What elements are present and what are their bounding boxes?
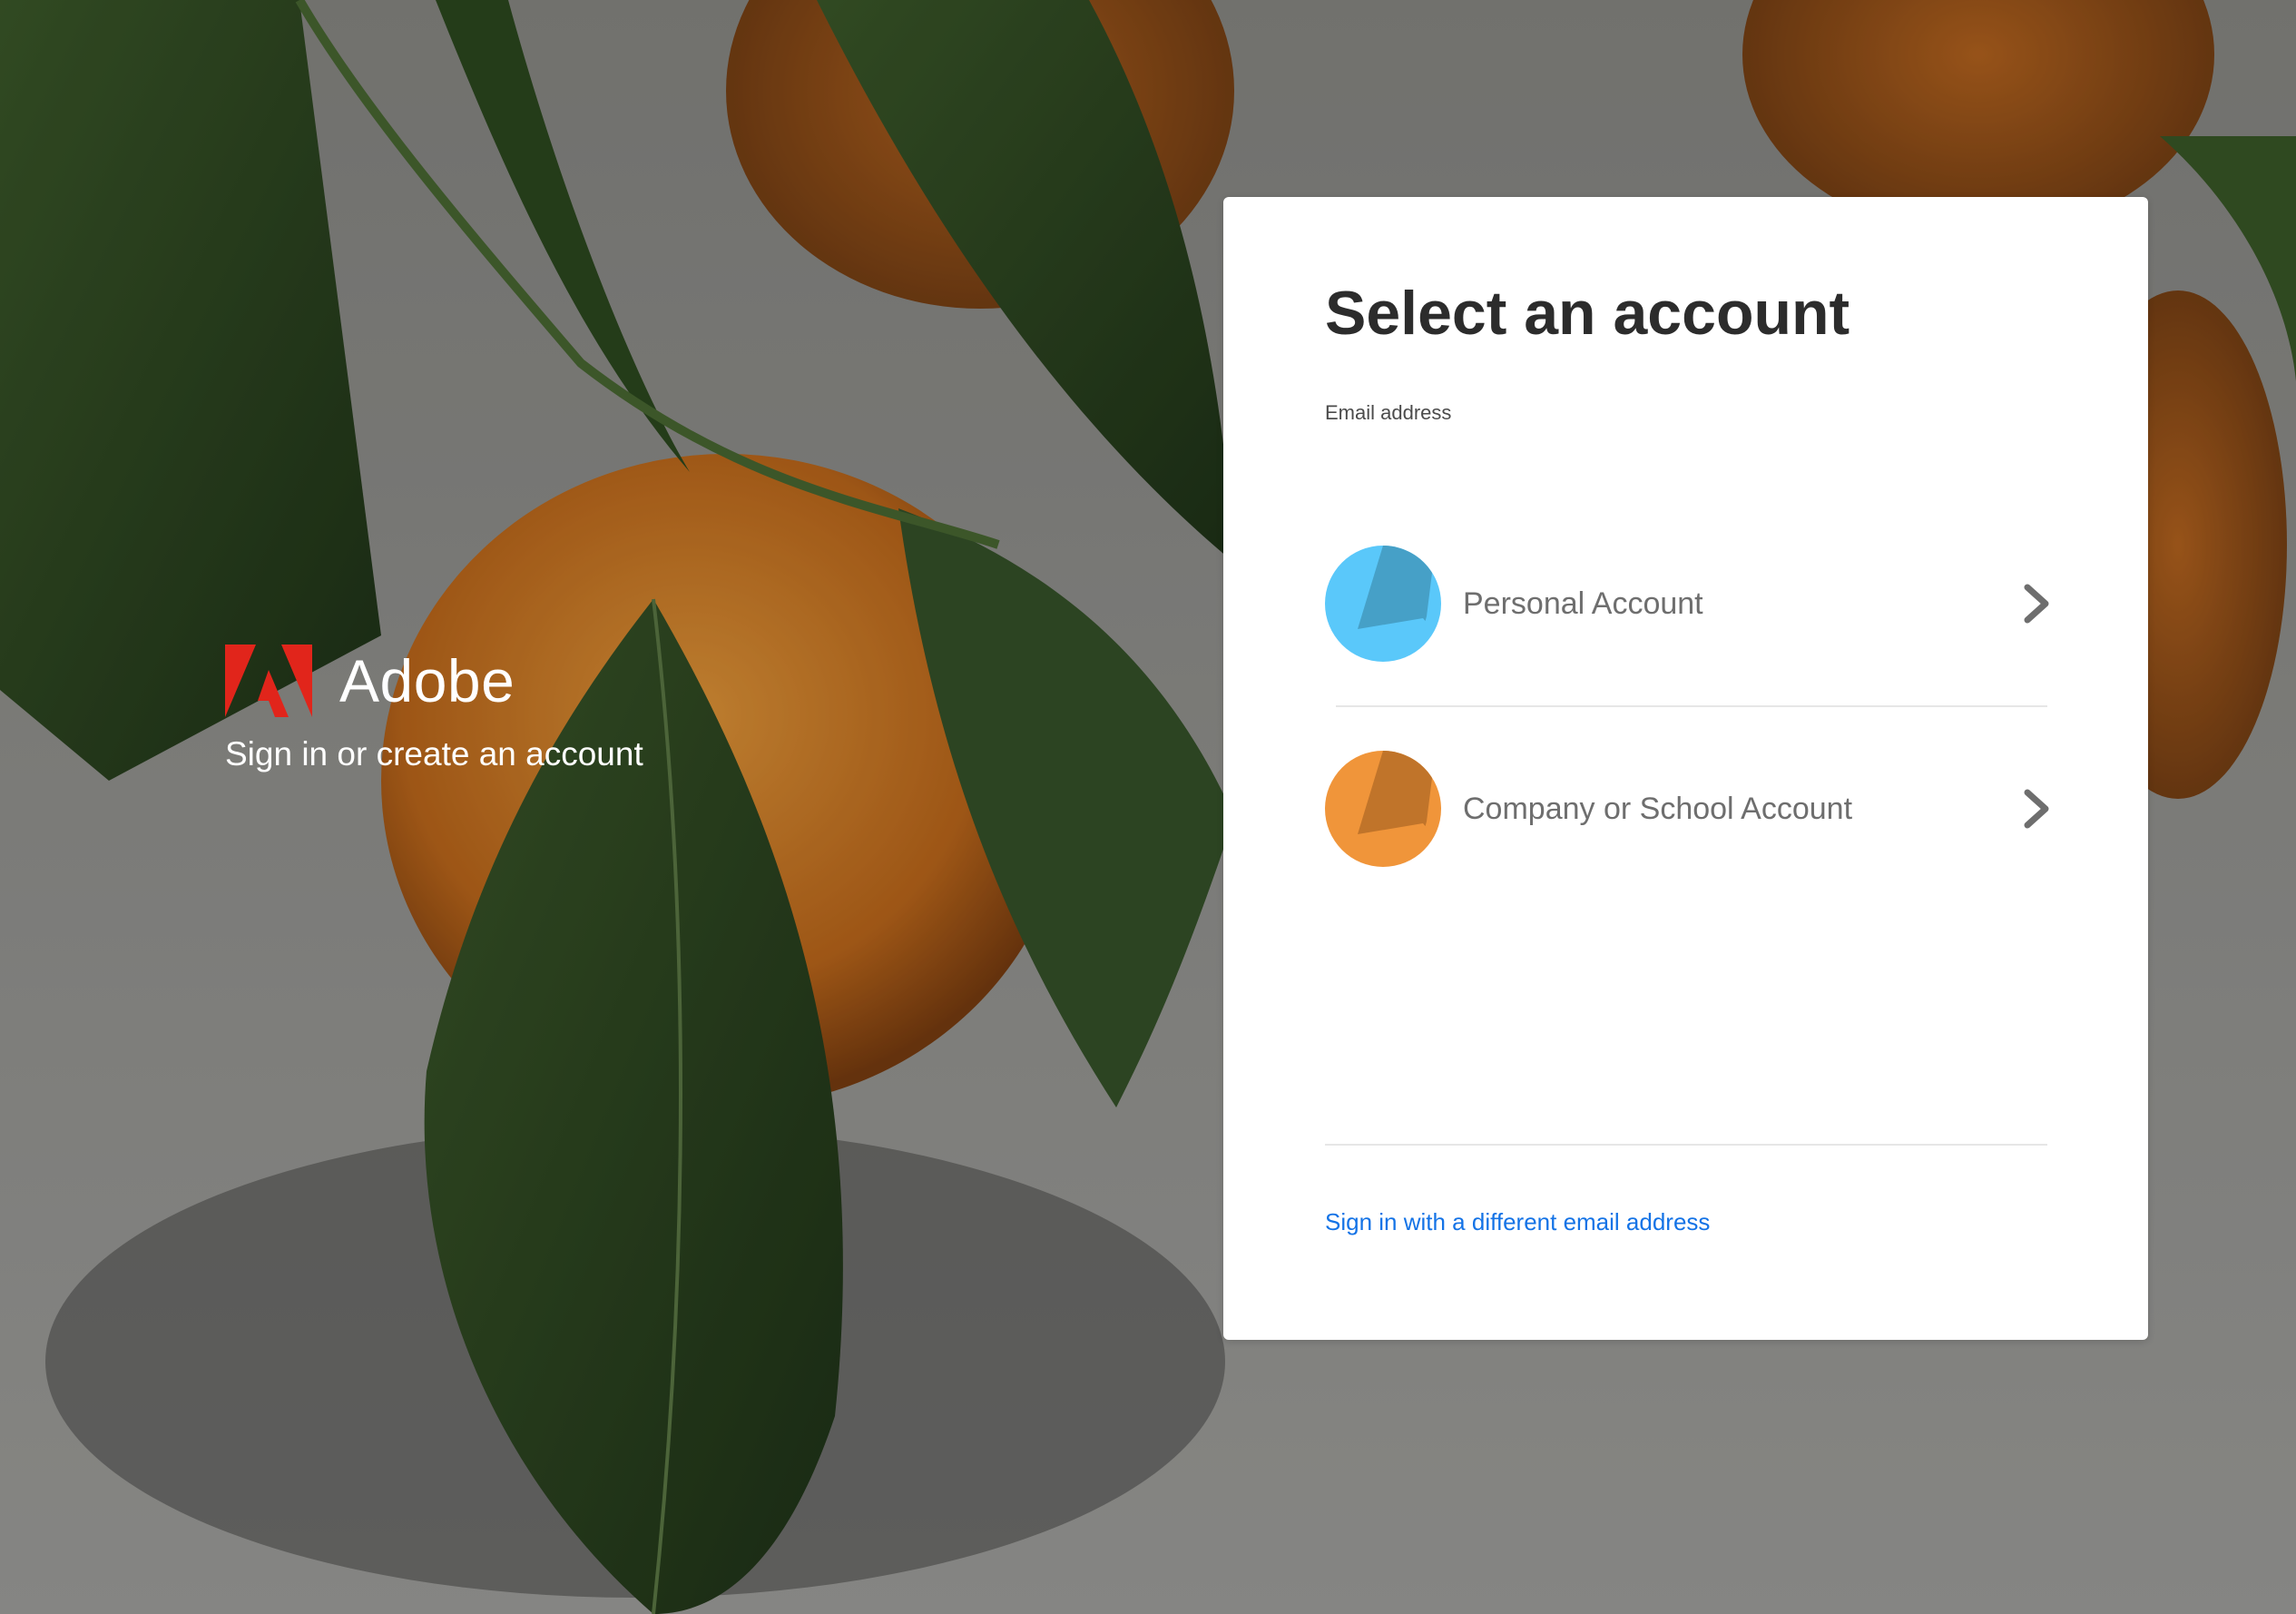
personal-account-label: Personal Account [1463,586,1703,621]
brand-block: Adobe Sign in or create an account [225,645,643,775]
email-address-label: Email address [1325,401,1452,424]
adobe-logo-icon [225,645,312,717]
brand-name: Adobe [339,647,515,714]
account-divider [1336,705,2047,707]
personal-account-option[interactable]: Personal Account [1325,545,2142,663]
personal-account-avatar-icon [1325,546,1441,662]
company-account-label: Company or School Account [1463,792,1853,826]
chevron-right-icon [2024,789,2049,829]
brand-row: Adobe [225,645,643,717]
footer-divider [1325,1144,2047,1146]
company-account-option[interactable]: Company or School Account [1325,750,2142,868]
account-select-card: Select an account Email address Personal… [1223,197,2148,1340]
different-email-link[interactable]: Sign in with a different email address [1325,1206,1710,1237]
page-title: Select an account [1325,279,1850,348]
company-account-avatar-icon [1325,751,1441,867]
chevron-right-icon [2024,584,2049,624]
brand-tagline: Sign in or create an account [225,735,643,773]
